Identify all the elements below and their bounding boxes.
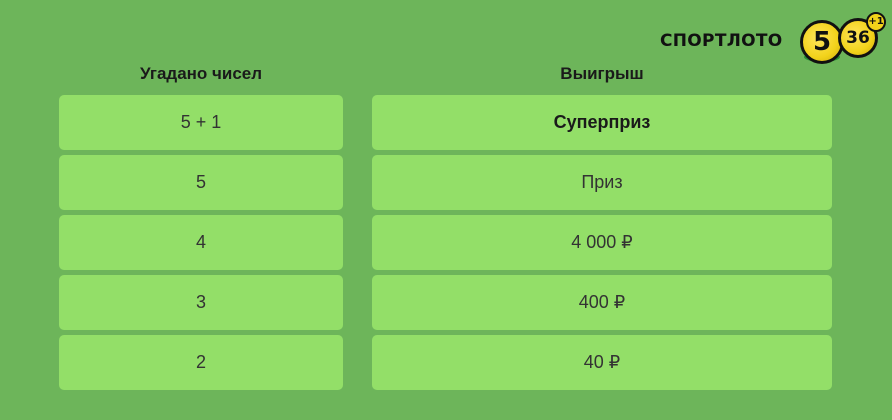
cell-guessed: 2	[59, 335, 343, 390]
cell-guessed: 5 + 1	[59, 95, 343, 150]
table-row: 4 4 000 ₽	[59, 215, 832, 270]
table-row: 2 40 ₽	[59, 335, 832, 390]
cell-win: 4 000 ₽	[372, 215, 832, 270]
cell-guessed: 4	[59, 215, 343, 270]
sportloto-logo: СПОРТЛОТО 5 36 +1	[658, 12, 886, 66]
table-row: 5 + 1 Суперприз	[59, 95, 832, 150]
cell-win: 400 ₽	[372, 275, 832, 330]
cell-win: Суперприз	[372, 95, 832, 150]
logo-ball-plus-one: +1	[866, 12, 886, 32]
header-guessed-numbers: Угадано чисел	[139, 64, 263, 83]
cell-guessed: 3	[59, 275, 343, 330]
header-winnings: Выигрыш	[560, 64, 644, 83]
prize-table: 5 + 1 Суперприз 5 Приз 4 4 000 ₽ 3 400 ₽…	[59, 95, 832, 395]
logo-wordmark: СПОРТЛОТО	[660, 31, 783, 51]
table-row: 3 400 ₽	[59, 275, 832, 330]
table-row: 5 Приз	[59, 155, 832, 210]
cell-win: 40 ₽	[372, 335, 832, 390]
cell-guessed: 5	[59, 155, 343, 210]
cell-win: Приз	[372, 155, 832, 210]
logo-ball-5: 5	[800, 20, 844, 64]
